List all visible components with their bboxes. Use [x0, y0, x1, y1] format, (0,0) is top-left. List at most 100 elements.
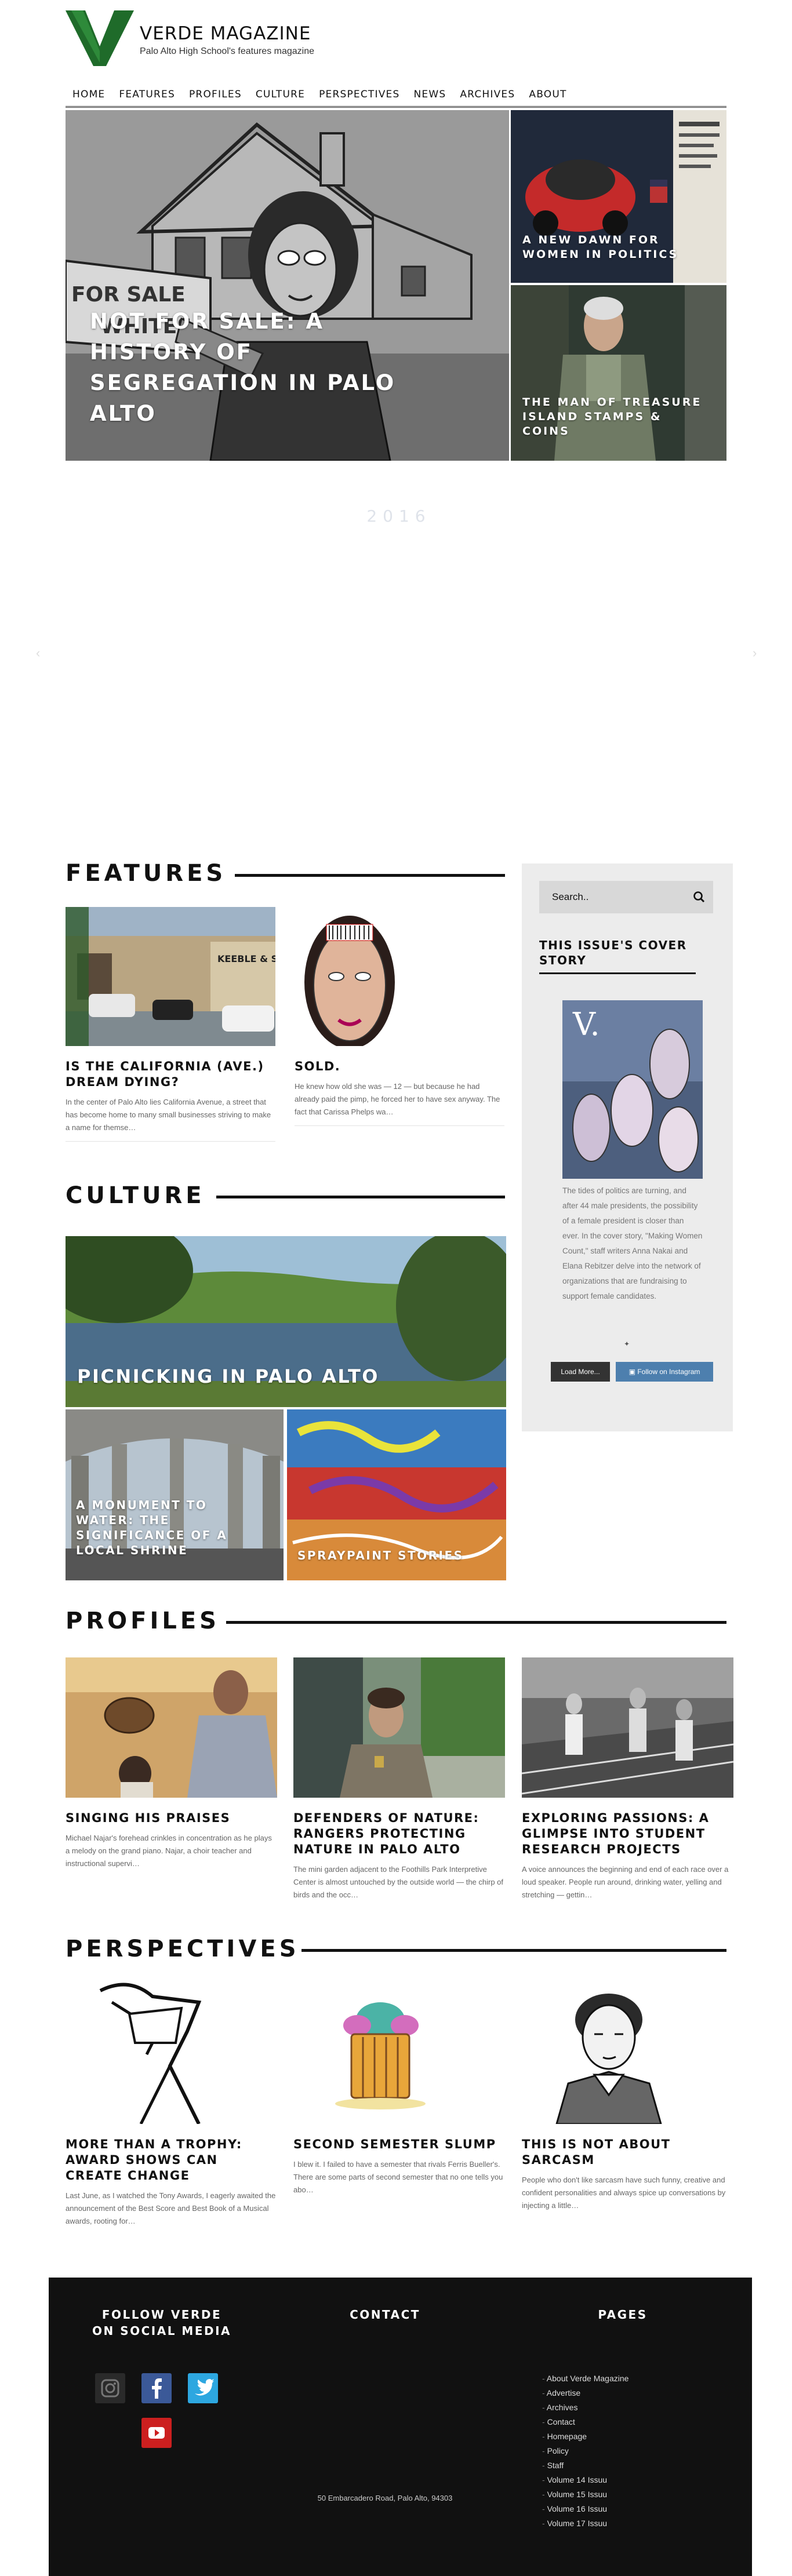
- perspective-card-2-title[interactable]: SECOND SEMESTER SLUMP: [293, 2137, 505, 2152]
- profile-card-1[interactable]: SINGING HIS PRAISES Michael Najar's fore…: [66, 1657, 277, 1870]
- load-more-button[interactable]: Load More...: [551, 1362, 610, 1382]
- footer-page-link[interactable]: Volume 14 Issuu: [542, 2473, 628, 2487]
- profile-card-2-title[interactable]: DEFENDERS OF NATURE: RANGERS PROTECTING …: [293, 1810, 505, 1857]
- feature-card-2[interactable]: SOLD. He knew how old she was — 12 — but…: [295, 907, 504, 1126]
- footer-page-link[interactable]: Advertise: [542, 2386, 628, 2400]
- perspective-card-3[interactable]: THIS IS NOT ABOUT SARCASM People who don…: [522, 1979, 733, 2212]
- nav-features[interactable]: FEATURES: [112, 85, 182, 104]
- instagram-icon: ▣: [628, 1368, 638, 1376]
- feature-card-1-image[interactable]: KEEBLE & S: [66, 907, 275, 1046]
- hero-side-story-2[interactable]: THE MAN OF TREASURE ISLAND STAMPS & COIN…: [511, 285, 726, 461]
- footer-page-link[interactable]: Homepage: [542, 2429, 628, 2444]
- footer-page-link[interactable]: Staff: [542, 2458, 628, 2473]
- profile-card-3-image[interactable]: [522, 1657, 733, 1798]
- footer-social-heading: FOLLOW VERDE ON SOCIAL MEDIA: [92, 2308, 231, 2338]
- footer-page-link[interactable]: About Verde Magazine: [542, 2371, 629, 2386]
- youtube-icon[interactable]: [141, 2418, 172, 2448]
- nav-culture[interactable]: CULTURE: [249, 85, 312, 104]
- profile-card-2-image[interactable]: [293, 1657, 505, 1798]
- cover-story-rule: [539, 972, 696, 974]
- hero-main-title[interactable]: NOT FOR SALE: A HISTORY OF SEGREGATION I…: [90, 306, 438, 429]
- sign-text: FOR SALE: [71, 283, 186, 307]
- feature-card-2-excerpt: He knew how old she was — 12 — but becau…: [295, 1082, 500, 1116]
- culture-story-2[interactable]: A MONUMENT TO WATER: THE SIGNIFICANCE OF…: [66, 1409, 284, 1580]
- nav-perspectives[interactable]: PERSPECTIVES: [312, 85, 406, 104]
- search-icon[interactable]: [691, 889, 707, 905]
- hero-side2-title[interactable]: THE MAN OF TREASURE ISLAND STAMPS & COIN…: [522, 395, 714, 439]
- profile-card-3-excerpt: A voice announces the beginning and end …: [522, 1865, 729, 1899]
- footer-page-link[interactable]: Volume 17 Issuu: [542, 2516, 628, 2531]
- perspectives-heading-rule: [301, 1949, 726, 1952]
- facebook-icon[interactable]: [141, 2373, 172, 2403]
- search-input[interactable]: [539, 881, 690, 913]
- culture-small1-title[interactable]: A MONUMENT TO WATER: THE SIGNIFICANCE OF…: [76, 1497, 250, 1558]
- footer-page-link[interactable]: Volume 16 Issuu: [542, 2502, 628, 2516]
- perspective-card-3-excerpt: People who don't like sarcasm have such …: [522, 2176, 726, 2210]
- carousel-prev-icon[interactable]: ‹: [36, 646, 40, 661]
- carousel-faded-logo: 2016: [366, 507, 431, 526]
- perspective-card-1-image[interactable]: [66, 1979, 277, 2124]
- feature-card-2-image[interactable]: [295, 907, 504, 1046]
- perspective-card-1[interactable]: MORE THAN A TROPHY: AWARD SHOWS CAN CREA…: [66, 1979, 277, 2228]
- footer-page-link[interactable]: Archives: [542, 2400, 628, 2415]
- profile-card-2[interactable]: DEFENDERS OF NATURE: RANGERS PROTECTING …: [293, 1657, 505, 1901]
- features-heading: FEATURES: [66, 860, 227, 887]
- perspective-card-3-image[interactable]: [522, 1979, 733, 2124]
- perspective-card-1-title[interactable]: MORE THAN A TROPHY: AWARD SHOWS CAN CREA…: [66, 2137, 277, 2184]
- nav-profiles[interactable]: PROFILES: [182, 85, 249, 104]
- perspectives-heading: PERSPECTIVES: [66, 1936, 300, 1962]
- footer-page-link[interactable]: Policy: [542, 2444, 628, 2458]
- carousel: ‹ › 2016: [0, 464, 792, 835]
- profile-card-1-title[interactable]: SINGING HIS PRAISES: [66, 1810, 277, 1826]
- loading-icon: ✦: [624, 1340, 630, 1348]
- verde-logo[interactable]: [66, 10, 134, 66]
- culture-small2-title[interactable]: SPRAYPAINT STORIES: [297, 1548, 464, 1562]
- perspective-card-2-image[interactable]: [293, 1979, 505, 2124]
- cover-image[interactable]: V.: [562, 1000, 703, 1179]
- instagram-icon[interactable]: [95, 2373, 125, 2403]
- feature-card-1-title[interactable]: IS THE CALIFORNIA (AVE.) DREAM DYING?: [66, 1059, 275, 1090]
- profile-card-1-excerpt: Michael Najar's forehead crinkles in con…: [66, 1834, 272, 1868]
- profile-card-3-title[interactable]: EXPLORING PASSIONS: A GLIMPSE INTO STUDE…: [522, 1810, 733, 1857]
- footer-page-link[interactable]: Contact: [542, 2415, 628, 2429]
- footer-page-link[interactable]: Volume 15 Issuu: [542, 2487, 628, 2502]
- culture-big-title[interactable]: PICNICKING IN PALO ALTO: [77, 1365, 379, 1387]
- main-nav: HOME FEATURES PROFILES CULTURE PERSPECTI…: [66, 85, 726, 108]
- hero-main-story[interactable]: FOR SALE WHITES NOT FOR SALE: A HISTORY …: [66, 110, 509, 461]
- profile-card-3[interactable]: EXPLORING PASSIONS: A GLIMPSE INTO STUDE…: [522, 1657, 733, 1901]
- profile-card-2-excerpt: The mini garden adjacent to the Foothill…: [293, 1865, 504, 1899]
- site-footer: FOLLOW VERDE ON SOCIAL MEDIA CONTACT PAG…: [49, 2278, 752, 2576]
- perspective-card-3-title[interactable]: THIS IS NOT ABOUT SARCASM: [522, 2137, 733, 2168]
- brand-subtitle: Palo Alto High School's features magazin…: [140, 46, 315, 56]
- nav-archives[interactable]: ARCHIVES: [453, 85, 522, 104]
- twitter-icon[interactable]: [188, 2373, 218, 2403]
- profiles-heading: PROFILES: [66, 1608, 220, 1634]
- nav-home[interactable]: HOME: [66, 85, 112, 104]
- nav-about[interactable]: ABOUT: [522, 85, 573, 104]
- perspective-card-2-excerpt: I blew it. I failed to have a semester t…: [293, 2160, 503, 2194]
- footer-pages-heading: PAGES: [598, 2308, 648, 2322]
- feature-card-1-excerpt: In the center of Palo Alto lies Californ…: [66, 1098, 271, 1132]
- hero-side-story-1[interactable]: A NEW DAWN FOR WOMEN IN POLITICS: [511, 110, 726, 283]
- footer-address: 50 Embarcadero Road, Palo Alto, 94303: [317, 2494, 453, 2502]
- carousel-next-icon[interactable]: ›: [753, 646, 757, 661]
- feature-card-2-title[interactable]: SOLD.: [295, 1059, 504, 1074]
- footer-contact-heading: CONTACT: [350, 2308, 420, 2322]
- profiles-heading-rule: [226, 1621, 726, 1624]
- perspective-card-2[interactable]: SECOND SEMESTER SLUMP I blew it. I faile…: [293, 1979, 505, 2196]
- perspective-card-1-excerpt: Last June, as I watched the Tony Awards,…: [66, 2191, 276, 2225]
- follow-instagram-label: Follow on Instagram: [637, 1368, 700, 1376]
- search-box: [539, 881, 713, 913]
- nav-news[interactable]: NEWS: [406, 85, 453, 104]
- culture-big-story[interactable]: PICNICKING IN PALO ALTO: [66, 1236, 506, 1407]
- site-header: VERDE MAGAZINE Palo Alto High School's f…: [66, 8, 726, 66]
- follow-instagram-button[interactable]: ▣ Follow on Instagram: [616, 1362, 713, 1382]
- culture-story-3[interactable]: SPRAYPAINT STORIES: [287, 1409, 506, 1580]
- footer-pages-list: About Verde Magazine Advertise Archives …: [542, 2371, 629, 2531]
- hero-grid: FOR SALE WHITES NOT FOR SALE: A HISTORY …: [66, 110, 726, 461]
- brand-title[interactable]: VERDE MAGAZINE: [140, 23, 311, 44]
- profile-card-1-image[interactable]: [66, 1657, 277, 1798]
- feature-card-1[interactable]: KEEBLE & S IS THE CALIFORNIA (AVE.) DREA…: [66, 907, 275, 1142]
- divider: [66, 1141, 275, 1142]
- hero-side1-title[interactable]: A NEW DAWN FOR WOMEN IN POLITICS: [522, 233, 714, 262]
